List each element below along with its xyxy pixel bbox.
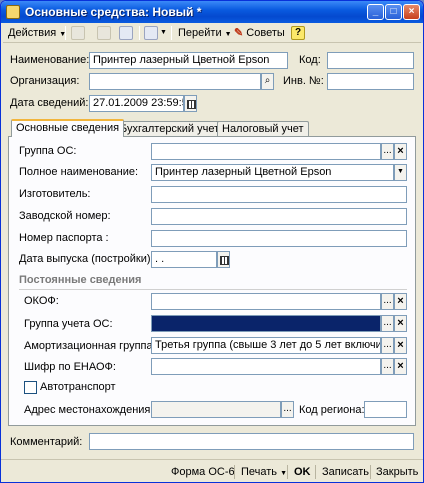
- document-icon: [6, 5, 20, 19]
- minimize-button[interactable]: _: [367, 4, 384, 20]
- title-bar: Основные средства: Новый * _ □ ×: [1, 1, 423, 23]
- goto-label: Перейти: [178, 27, 222, 39]
- tab-main-info[interactable]: Основные сведения: [11, 119, 125, 137]
- acc-group-field[interactable]: [151, 315, 381, 332]
- enaof-label: Шифр по ЕНАОФ:: [24, 361, 116, 373]
- form-os6-button[interactable]: Форма ОС-6: [171, 464, 235, 480]
- name-label: Наименование:: [10, 54, 90, 66]
- toolbar-separator: [65, 26, 66, 40]
- toolbar-separator: [171, 26, 172, 40]
- tips-icon: ✎: [234, 27, 244, 39]
- clear-icon[interactable]: ×: [394, 143, 407, 160]
- tips-button[interactable]: ✎ Советы: [231, 25, 288, 41]
- window-title: Основные средства: Новый *: [25, 5, 202, 19]
- passport-label: Номер паспорта :: [19, 232, 109, 244]
- clear-icon[interactable]: ×: [394, 358, 407, 375]
- select-button[interactable]: ...: [281, 401, 294, 418]
- code-field[interactable]: [327, 52, 414, 69]
- maximize-button[interactable]: □: [385, 4, 402, 20]
- select-button[interactable]: ...: [381, 337, 394, 354]
- okof-field[interactable]: [151, 293, 381, 310]
- document-structure-icon[interactable]: [144, 26, 158, 40]
- bottom-bar: Форма ОС-6 Печать ▼ OK Записать Закрыть: [1, 459, 423, 482]
- comment-field[interactable]: [89, 433, 414, 450]
- section-divider: [19, 289, 407, 290]
- save-button[interactable]: Записать: [322, 464, 369, 480]
- clear-icon[interactable]: ×: [394, 315, 407, 332]
- maker-label: Изготовитель:: [19, 188, 91, 200]
- bottom-separator: [234, 465, 235, 479]
- inv-field[interactable]: [327, 73, 414, 90]
- name-field[interactable]: Принтер лазерный Цветной Epson: [89, 52, 288, 69]
- close-button[interactable]: Закрыть: [376, 464, 418, 480]
- refresh-icon[interactable]: [119, 26, 133, 40]
- address-field[interactable]: [151, 401, 281, 418]
- search-icon[interactable]: ⌕: [261, 73, 274, 90]
- auto-checkbox[interactable]: [24, 381, 37, 394]
- edit-icon[interactable]: [97, 26, 111, 40]
- maker-field[interactable]: [151, 186, 407, 203]
- chevron-down-icon: ▼: [280, 470, 288, 477]
- select-button[interactable]: ...: [381, 358, 394, 375]
- actions-menu[interactable]: Действия ▼: [5, 25, 69, 41]
- actions-label: Действия: [8, 27, 57, 39]
- select-button[interactable]: ...: [381, 315, 394, 332]
- group-label: Группа ОС:: [19, 145, 77, 157]
- region-label: Код региона:: [299, 404, 365, 416]
- ok-button[interactable]: OK: [294, 464, 311, 480]
- acc-group-label: Группа учета ОС:: [24, 318, 113, 330]
- toolbar-separator: [139, 26, 140, 40]
- serial-label: Заводской номер:: [19, 210, 111, 222]
- chevron-down-icon[interactable]: ▼: [394, 164, 407, 181]
- clear-icon[interactable]: ×: [394, 293, 407, 310]
- amort-group-field[interactable]: Третья группа (свыше 3 лет до 5 лет вклю…: [151, 337, 381, 354]
- tips-label: Советы: [246, 27, 285, 39]
- close-window-button[interactable]: ×: [403, 4, 420, 20]
- org-field[interactable]: [89, 73, 261, 90]
- window: Основные средства: Новый * _ □ × Действи…: [0, 0, 424, 483]
- auto-label: Автотранспорт: [40, 381, 116, 393]
- okof-label: ОКОФ:: [24, 295, 59, 307]
- code-label: Код:: [299, 54, 321, 66]
- print-label: Печать: [241, 466, 278, 478]
- org-label: Организация:: [10, 75, 80, 87]
- tab-accounting[interactable]: Бухгалтерский учет: [115, 121, 225, 137]
- enaof-field[interactable]: [151, 358, 381, 375]
- copy-icon[interactable]: [71, 26, 85, 40]
- calendar-icon[interactable]: [184, 95, 197, 112]
- full-name-field[interactable]: Принтер лазерный Цветной Epson: [151, 164, 394, 181]
- amort-group-label: Амортизационная группа:: [24, 340, 156, 352]
- help-icon[interactable]: ?: [291, 26, 305, 40]
- group-field[interactable]: [151, 143, 381, 160]
- serial-field[interactable]: [151, 208, 407, 225]
- comment-label: Комментарий:: [10, 436, 83, 448]
- chevron-down-icon[interactable]: ▼: [160, 29, 167, 36]
- release-date-field[interactable]: . .: [151, 251, 217, 268]
- inv-label: Инв. №:: [283, 75, 324, 87]
- bottom-separator: [287, 465, 288, 479]
- select-button[interactable]: ...: [381, 143, 394, 160]
- toolbar: Действия ▼ ▼ Перейти ▼ ✎ Советы ?: [3, 23, 421, 43]
- clear-icon[interactable]: ×: [394, 337, 407, 354]
- bottom-separator: [315, 465, 316, 479]
- tab-tax[interactable]: Налоговый учет: [217, 121, 309, 137]
- release-date-label: Дата выпуска (постройки):: [19, 253, 154, 265]
- date-label: Дата сведений:: [10, 97, 89, 109]
- passport-field[interactable]: [151, 230, 407, 247]
- date-field[interactable]: 27.01.2009 23:59:59: [89, 95, 184, 112]
- bottom-separator: [370, 465, 371, 479]
- section-title: Постоянные сведения: [19, 274, 142, 286]
- goto-menu[interactable]: Перейти ▼: [175, 25, 235, 41]
- region-field[interactable]: [364, 401, 407, 418]
- address-label: Адрес местонахождения:: [24, 404, 154, 416]
- calendar-icon[interactable]: [217, 251, 230, 268]
- select-button[interactable]: ...: [381, 293, 394, 310]
- full-name-label: Полное наименование:: [19, 166, 139, 178]
- print-menu[interactable]: Печать ▼: [241, 464, 287, 480]
